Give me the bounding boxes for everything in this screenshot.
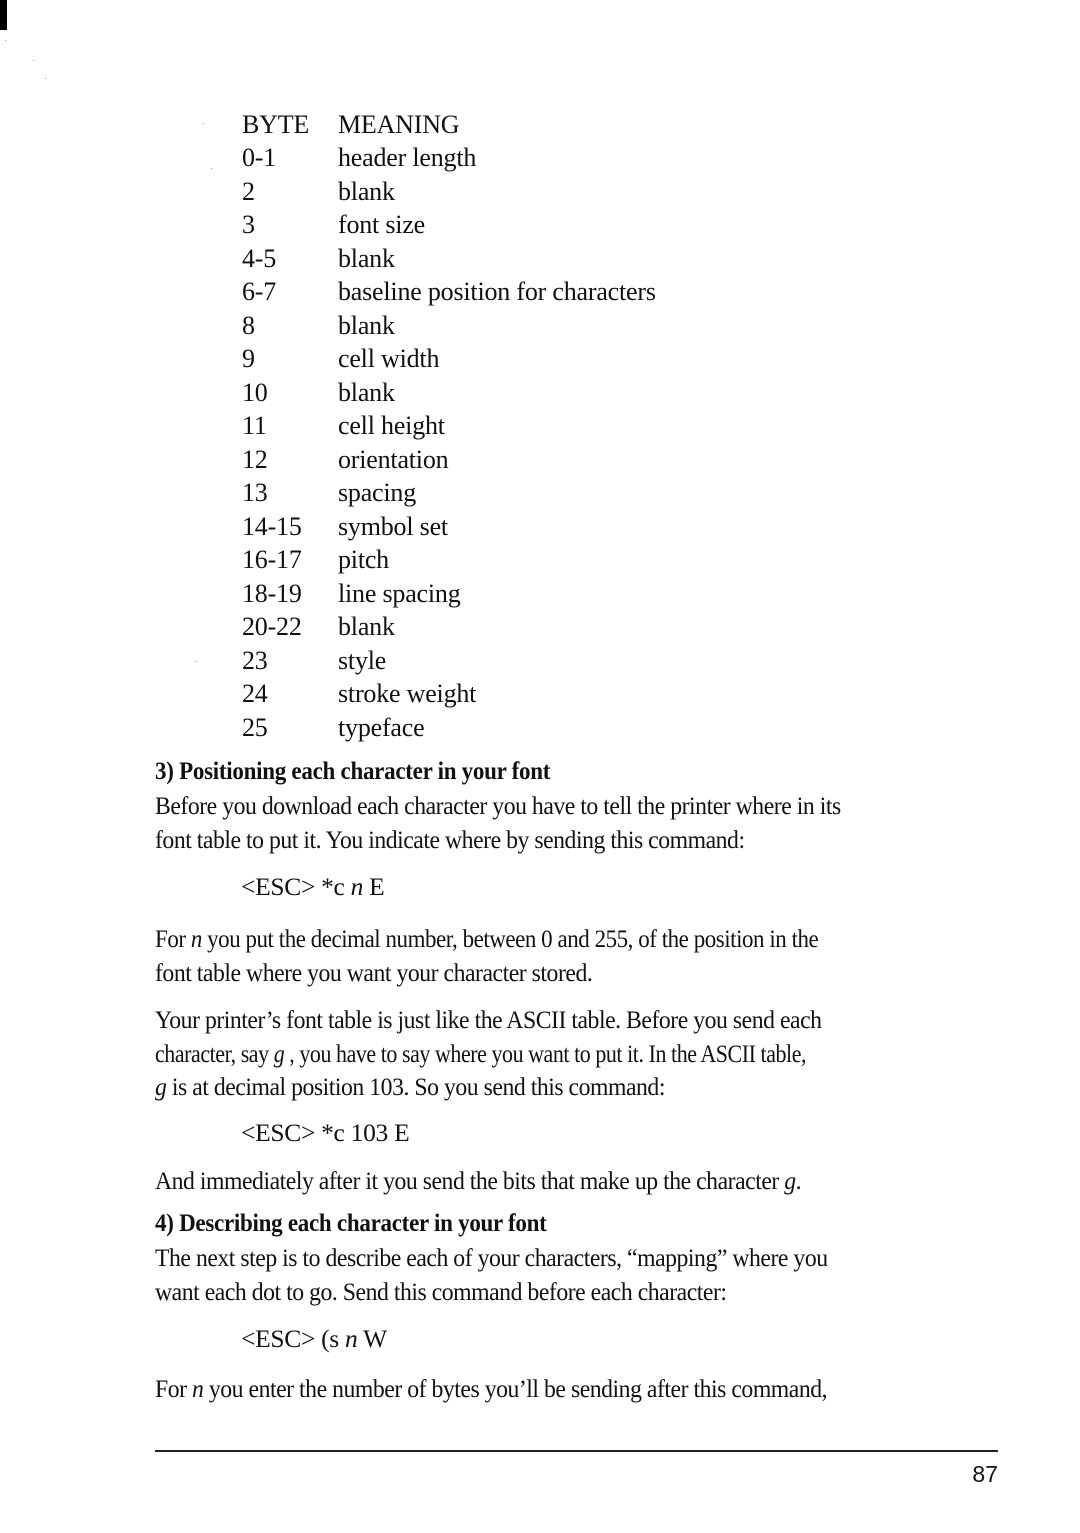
meaning-cell: cell width — [338, 344, 440, 374]
text-line: Your printer’s font table is just like t… — [155, 1005, 822, 1034]
meaning-cell: blank — [338, 176, 395, 206]
byte-cell: 2 — [242, 176, 255, 206]
meaning-cell: blank — [338, 612, 395, 642]
text-line: For n you put the decimal number, betwee… — [155, 924, 819, 953]
text-line: font table where you want your character… — [155, 957, 593, 987]
meaning-cell: symbol set — [338, 511, 448, 541]
page-number: 87 — [972, 1461, 998, 1487]
text-line: And immediately after it you send the bi… — [155, 1165, 802, 1195]
byte-cell: 3 — [242, 210, 255, 240]
byte-cell: 12 — [242, 444, 268, 474]
command-esc-s-n-w: <ESC> (s n W — [155, 1322, 1000, 1356]
meaning-cell: line spacing — [338, 578, 461, 608]
byte-table-row: 3 font size — [242, 209, 656, 243]
meaning-cell: style — [338, 645, 387, 675]
command-text: <ESC> (s — [241, 1324, 345, 1353]
text-line: Before you download each character you h… — [155, 791, 841, 820]
section-3-para-4: And immediately after it you send the bi… — [155, 1164, 1000, 1198]
meaning-cell: blank — [338, 377, 395, 407]
byte-table-row: 2 blank — [242, 175, 656, 209]
meaning-cell: baseline position for characters — [338, 277, 656, 307]
meaning-cell: orientation — [338, 444, 449, 474]
section-4-intro: The next step is to describe each of you… — [155, 1241, 1000, 1308]
meaning-cell: header length — [338, 143, 477, 173]
byte-cell: 4-5 — [242, 243, 277, 273]
byte-table-row: 10 blank — [242, 376, 656, 410]
byte-cell: 10 — [242, 377, 268, 407]
text-line: The next step is to describe each of you… — [155, 1243, 828, 1272]
byte-table-row: 4-5 blank — [242, 242, 656, 276]
byte-table-row: 16-17 pitch — [242, 544, 656, 578]
text-line: For n you enter the number of bytes you’… — [155, 1374, 828, 1403]
byte-table-row: 11 cell height — [242, 410, 656, 444]
byte-table-row: 25 typeface — [242, 711, 656, 745]
byte-table-row: 23 style — [242, 644, 656, 678]
meaning-cell: cell height — [338, 411, 445, 441]
text-line: g is at decimal position 103. So you sen… — [155, 1072, 665, 1101]
byte-cell: 20-22 — [242, 612, 302, 642]
section-3-heading: 3) Positioning each character in your fo… — [155, 758, 551, 785]
byte-cell: 24 — [242, 679, 268, 709]
meaning-cell: typeface — [338, 712, 425, 742]
byte-cell: 23 — [242, 645, 268, 675]
meaning-cell: spacing — [338, 478, 417, 508]
section-4-para: For n you enter the number of bytes you’… — [155, 1372, 1000, 1406]
byte-table-row: 6-7 baseline position for characters — [242, 276, 656, 310]
section-4-heading: 4) Describing each character in your fon… — [155, 1210, 547, 1237]
byte-table-row: 8 blank — [242, 309, 656, 343]
byte-cell: 9 — [242, 344, 255, 374]
command-variable: n — [350, 872, 364, 901]
command-variable: n — [345, 1324, 358, 1353]
text-line: want each dot to go. Send this command b… — [155, 1276, 727, 1306]
byte-cell: 13 — [242, 478, 268, 508]
byte-table-row: 24 stroke weight — [242, 678, 656, 712]
byte-table-row: 20-22 blank — [242, 611, 656, 645]
meaning-cell: pitch — [338, 545, 389, 575]
byte-cell: 11 — [242, 411, 267, 441]
byte-table-row: 0-1 header length — [242, 142, 656, 176]
byte-cell: 18-19 — [242, 578, 302, 608]
byte-table-row: 12 orientation — [242, 443, 656, 477]
byte-cell: 6-7 — [242, 277, 277, 307]
document-body: 3) Positioning each character in your fo… — [155, 755, 1000, 1406]
column-header-byte: BYTE — [242, 109, 310, 139]
command-esc-c-103-e: <ESC> *c 103 E — [241, 1117, 410, 1147]
byte-cell: 8 — [242, 310, 255, 340]
text-line: character, say g , you have to say where… — [155, 1038, 807, 1068]
meaning-cell: stroke weight — [338, 679, 477, 709]
byte-table-row: 18-19 line spacing — [242, 577, 656, 611]
byte-cell: 0-1 — [242, 143, 277, 173]
byte-table-row: 9 cell width — [242, 343, 656, 377]
byte-cell: 25 — [242, 712, 268, 742]
command-text: E — [363, 872, 385, 901]
text-line: font table to put it. You indicate where… — [155, 824, 745, 854]
byte-table: BYTE MEANING 0-1 header length 2 blank 3 font… — [242, 108, 656, 745]
section-3-para-2: For n you put the decimal number, betwee… — [155, 922, 1000, 989]
command-esc-c-n-e: <ESC> *c n E — [155, 870, 1000, 904]
scan-artifact — [0, 0, 7, 30]
section-3-intro: Before you download each character you h… — [155, 789, 1000, 856]
column-header-meaning: MEANING — [338, 109, 460, 139]
byte-cell: 14-15 — [242, 511, 302, 541]
footer-rule — [155, 1450, 998, 1452]
byte-table-row: 14-15 symbol set — [242, 510, 656, 544]
meaning-cell: blank — [338, 310, 395, 340]
byte-table-row: 13 spacing — [242, 477, 656, 511]
byte-cell: 16-17 — [242, 545, 302, 575]
command-text: <ESC> *c — [241, 872, 351, 901]
byte-table-header: BYTE MEANING — [242, 108, 656, 142]
command-text: W — [357, 1324, 387, 1353]
meaning-cell: blank — [338, 243, 395, 273]
section-3-para-3: Your printer’s font table is just like t… — [155, 1003, 1000, 1104]
meaning-cell: font size — [338, 210, 426, 240]
